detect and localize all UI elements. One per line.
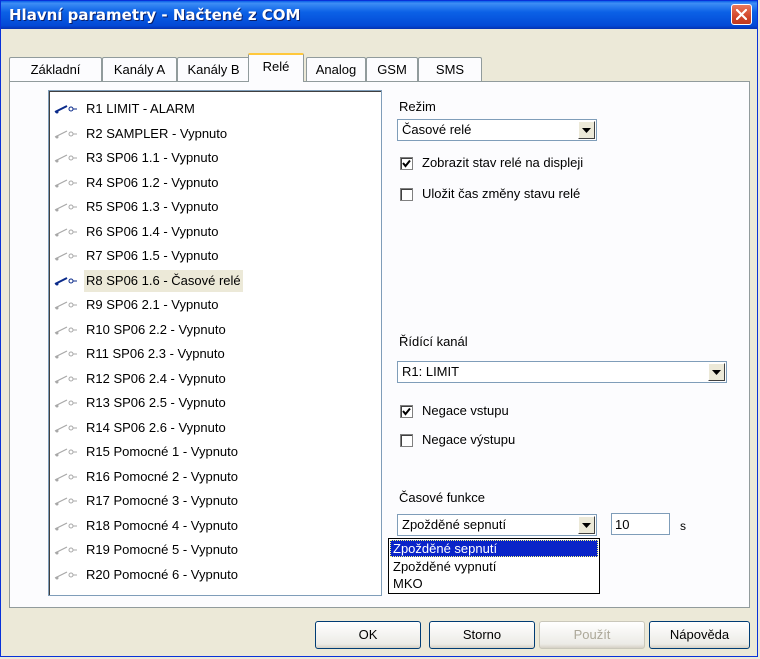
mode-select[interactable]: Časové relé (397, 119, 597, 141)
relay-label: R14 SP06 2.6 - Vypnuto (86, 419, 226, 435)
dialog-window: Hlavní parametry - Načtené z COM Základn… (0, 0, 758, 657)
relay-off-icon (54, 546, 77, 555)
time-function-dropdown-list[interactable]: Zpožděné sepnutí Zpožděné vypnutí MKO (388, 538, 600, 594)
relay-label: R19 Pomocné 5 - Vypnuto (86, 542, 238, 557)
checkbox-label: Uložit čas změny stavu relé (422, 186, 581, 201)
relay-label: R9 SP06 2.1 - Vypnuto (86, 297, 219, 312)
negate-input-checkbox[interactable]: Negace vstupu (400, 403, 580, 421)
relay-off-icon (54, 203, 77, 212)
relay-off-icon (54, 374, 77, 383)
relay-label: R18 Pomocné 4 - Vypnuto (86, 517, 238, 533)
relay-label: R12 SP06 2.4 - Vypnuto (86, 370, 226, 386)
time-function-select[interactable]: Zpožděné sepnutí (397, 514, 597, 536)
relay-off-icon (54, 129, 77, 138)
relay-label: R20 Pomocné 6 - Vypnuto (86, 566, 238, 582)
checkmark-icon (402, 159, 411, 168)
relay-label: R11 SP06 2.3 - Vypnuto (86, 346, 225, 361)
mode-value: Časové relé (402, 122, 472, 137)
chevron-down-icon (582, 523, 591, 528)
relay-label: R4 SP06 1.2 - Vypnuto (86, 174, 219, 190)
relay-label: R17 Pomocné 3 - Vypnuto (86, 493, 238, 508)
time-function-label: Časové funkce (399, 490, 485, 505)
tab-analog[interactable]: Analog (306, 57, 366, 81)
time-function-dropdown-button[interactable] (578, 516, 595, 534)
relay-label: R16 Pomocné 2 - Vypnuto (86, 468, 238, 484)
tab-panel-rele: R1 LIMIT - ALARM R2 SAMPLER - Vypnuto R3 S… (9, 81, 750, 608)
relay-off-icon (54, 227, 77, 236)
tab-kanaly-b[interactable]: Kanály B (177, 57, 250, 81)
title-bar[interactable]: Hlavní parametry - Načtené z COM (1, 1, 757, 29)
relay-label: R6 SP06 1.4 - Vypnuto (86, 223, 219, 239)
relay-off-icon (54, 154, 77, 163)
checkmark-icon (402, 407, 411, 416)
relay-off-icon (54, 570, 77, 579)
time-value-input[interactable] (611, 513, 670, 535)
checkbox-label: Zobrazit stav relé na displeji (422, 155, 584, 170)
relay-label: R5 SP06 1.3 - Vypnuto (86, 199, 219, 214)
control-channel-value: R1: LIMIT (402, 364, 460, 379)
mode-label: Režim (399, 99, 436, 114)
relay-label: R8 SP06 1.6 - Časové relé (84, 269, 243, 292)
control-channel-label: Řídící kanál (399, 334, 468, 349)
relay-label: R13 SP06 2.5 - Vypnuto (86, 395, 226, 410)
window-title: Hlavní parametry - Načtené z COM (9, 6, 301, 24)
relay-label: R3 SP06 1.1 - Vypnuto (86, 150, 219, 165)
tab-gsm[interactable]: GSM (366, 57, 418, 81)
relay-off-icon (54, 252, 77, 261)
checkbox-box[interactable] (400, 405, 413, 418)
save-change-time-checkbox[interactable]: Uložit čas změny stavu relé (400, 186, 620, 204)
close-button[interactable] (731, 4, 752, 25)
mode-dropdown-button[interactable] (578, 121, 595, 139)
relay-off-icon (54, 423, 77, 432)
control-channel-dropdown-button[interactable] (708, 363, 725, 381)
relay-off-icon (54, 399, 77, 408)
ok-button[interactable]: OK (315, 621, 421, 649)
close-icon (736, 9, 747, 20)
checkbox-box[interactable] (400, 434, 413, 447)
dropdown-option[interactable]: Zpožděné vypnutí (390, 558, 598, 575)
relay-label: R7 SP06 1.5 - Vypnuto (86, 248, 219, 263)
show-on-display-checkbox[interactable]: Zobrazit stav relé na displeji (400, 155, 620, 173)
checkbox-box[interactable] (400, 157, 413, 170)
cancel-button[interactable]: Storno (429, 621, 535, 649)
relay-label: R1 LIMIT - ALARM (86, 101, 195, 116)
relay-label: R2 SAMPLER - Vypnuto (86, 125, 228, 141)
relay-list[interactable]: R1 LIMIT - ALARM R2 SAMPLER - Vypnuto R3 S… (48, 90, 382, 596)
relay-off-icon (54, 521, 77, 530)
negate-output-checkbox[interactable]: Negace výstupu (400, 432, 580, 450)
tab-sms[interactable]: SMS (418, 57, 482, 81)
dropdown-option[interactable]: Zpožděné sepnutí (390, 540, 598, 557)
relay-off-icon (54, 325, 77, 334)
relay-off-icon (54, 178, 77, 187)
checkbox-label: Negace vstupu (422, 403, 509, 418)
relay-off-icon (54, 472, 77, 481)
relay-label: R15 Pomocné 1 - Vypnuto (86, 444, 238, 459)
relay-off-icon (54, 350, 77, 359)
relay-label: R10 SP06 2.2 - Vypnuto (86, 321, 226, 337)
dropdown-option[interactable]: MKO (390, 575, 598, 592)
time-unit-label: s (680, 519, 686, 533)
apply-button[interactable]: Použít (539, 621, 645, 649)
relay-off-icon (54, 448, 77, 457)
tab-zakladni[interactable]: Základní (9, 57, 102, 81)
chevron-down-icon (712, 370, 721, 375)
chevron-down-icon (582, 128, 591, 133)
relay-on-icon (54, 276, 77, 285)
relay-off-icon (54, 497, 77, 506)
control-channel-select[interactable]: R1: LIMIT (397, 361, 727, 383)
help-button[interactable]: Nápověda (649, 621, 750, 649)
checkbox-label: Negace výstupu (422, 432, 516, 447)
relay-off-icon (54, 301, 77, 310)
tab-kanaly-a[interactable]: Kanály A (102, 57, 177, 81)
checkbox-box[interactable] (400, 188, 413, 201)
tab-rele[interactable]: Relé (248, 53, 304, 82)
relay-on-icon (54, 105, 77, 114)
time-function-value: Zpožděné sepnutí (402, 517, 507, 532)
time-value-field[interactable] (612, 514, 669, 534)
